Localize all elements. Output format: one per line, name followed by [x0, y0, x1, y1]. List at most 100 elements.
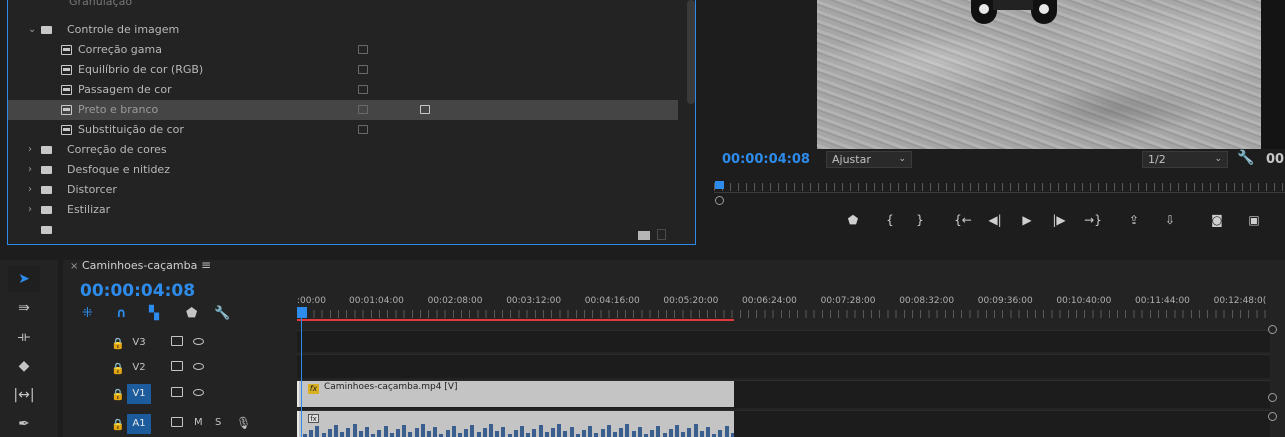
sequence-tab[interactable]: Caminhoes-caçamba	[82, 259, 197, 272]
wrench-icon[interactable]: 🔧	[214, 306, 230, 321]
track-header-a1: 🔒 A1 M S 🎙	[63, 414, 297, 436]
time-ruler[interactable]	[297, 310, 1270, 318]
sync-lock-icon[interactable]	[171, 336, 183, 346]
solo-button[interactable]: S	[215, 417, 221, 428]
accelerated-effect-icon	[358, 85, 368, 94]
add-marker-icon[interactable]: ⬟	[843, 213, 863, 227]
pen-tool-icon[interactable]: ✒	[8, 411, 40, 437]
effects-item[interactable]: Substituição de cor	[8, 120, 678, 140]
go-to-in-icon[interactable]: {←	[953, 213, 973, 227]
lift-icon[interactable]: ⇪	[1124, 213, 1144, 227]
monitor-playhead[interactable]	[715, 181, 724, 189]
extract-icon[interactable]: ⇩	[1160, 213, 1180, 227]
program-monitor-frame[interactable]	[817, 0, 1261, 149]
track-select-tool-icon[interactable]: ⇛	[8, 295, 40, 321]
effects-folder[interactable]: › Desfoque e nitidez	[8, 160, 678, 180]
lock-icon[interactable]: 🔒	[111, 388, 125, 401]
chevron-right-icon[interactable]: ›	[28, 180, 32, 200]
monitor-time-ruler[interactable]	[714, 183, 1285, 191]
trash-icon[interactable]	[657, 229, 666, 240]
new-bin-icon[interactable]	[638, 231, 650, 240]
effects-item[interactable]: Preto e branco	[8, 100, 678, 120]
video-clip[interactable]: fx Caminhoes-caçamba.mp4 [V]	[297, 381, 734, 407]
snap-icon[interactable]: ∩	[116, 306, 127, 321]
time-ruler-label: 00:10:40:00	[1056, 296, 1112, 306]
selection-tool-icon[interactable]: ➤	[8, 266, 40, 292]
effects-item-label: Correção gama	[78, 43, 162, 56]
waveform-bar	[551, 428, 555, 437]
comparison-view-icon[interactable]: ▣	[1244, 213, 1264, 227]
track-target-toggle[interactable]: V3	[127, 333, 151, 353]
effects-folder[interactable]: › Correção de cores	[8, 140, 678, 160]
effects-item-label: Equilíbrio de cor (RGB)	[78, 63, 204, 76]
chevron-right-icon[interactable]: ›	[28, 140, 32, 160]
close-icon[interactable]: ×	[70, 261, 78, 272]
slip-tool-icon[interactable]: |↔|	[8, 382, 40, 408]
mark-out-icon[interactable]: }	[910, 213, 930, 227]
track-target-toggle[interactable]: A1	[127, 414, 151, 434]
panel-menu-icon[interactable]: ≡	[201, 258, 211, 272]
wrench-icon[interactable]: 🔧	[1237, 150, 1254, 166]
go-to-out-icon[interactable]: →}	[1083, 213, 1103, 227]
effects-folder[interactable]: › Distorcer	[8, 180, 678, 200]
monitor-zoom-handle[interactable]	[715, 196, 724, 205]
time-ruler-label: 00:03:12:00	[506, 296, 562, 306]
track-target-toggle[interactable]: V1	[127, 384, 151, 404]
effects-folder[interactable]: ⌄ Controle de imagem	[8, 20, 678, 40]
monitor-ruler-divider	[714, 192, 1285, 193]
waveform-bar	[427, 431, 431, 437]
effects-folder[interactable]	[8, 220, 678, 240]
resolution-dropdown[interactable]: 1/2 ⌄	[1142, 151, 1228, 168]
effects-partial-label: Granulação	[69, 0, 133, 8]
waveform-bar	[365, 427, 369, 437]
effects-folder[interactable]: › Estilizar	[8, 200, 678, 220]
effects-item-label: Desfoque e nitidez	[67, 163, 170, 176]
sync-lock-icon[interactable]	[171, 417, 183, 427]
export-frame-icon[interactable]: ◙	[1207, 213, 1227, 227]
track-lane-v3[interactable]	[297, 330, 1270, 352]
effects-partial-row[interactable]: Granulação	[8, 0, 678, 12]
sync-lock-icon[interactable]	[171, 361, 183, 371]
effects-item[interactable]: Correção gama	[8, 40, 678, 60]
waveform-bar	[532, 429, 537, 437]
effects-panel: Granulação ⌄ Controle de imagem Correção g…	[7, 0, 696, 245]
nest-toggle-icon[interactable]: ⁜	[82, 306, 93, 321]
fx-badge-icon[interactable]: fx	[308, 384, 319, 394]
lock-icon[interactable]: 🔒	[111, 337, 125, 350]
lock-icon[interactable]: 🔒	[111, 362, 125, 375]
track-lane-v2[interactable]	[297, 354, 1270, 378]
mark-in-icon[interactable]: {	[880, 213, 900, 227]
effects-scrollbar[interactable]	[687, 0, 695, 104]
eye-icon[interactable]	[193, 338, 204, 345]
audio-clip[interactable]: fx	[297, 411, 734, 437]
step-forward-icon[interactable]: |▶	[1049, 213, 1069, 227]
chevron-right-icon[interactable]: ›	[28, 200, 32, 220]
waveform-bar	[346, 428, 351, 437]
timeline-timecode[interactable]: 00:00:04:08	[80, 281, 195, 301]
effects-item-label: Estilizar	[67, 203, 111, 216]
mute-button[interactable]: M	[194, 417, 203, 428]
lock-icon[interactable]: 🔒	[111, 418, 125, 431]
track-target-toggle[interactable]: V2	[127, 358, 151, 378]
fx-badge-icon[interactable]: fx	[308, 414, 319, 423]
linked-selection-icon[interactable]: ▚	[149, 306, 159, 321]
fit-dropdown[interactable]: Ajustar ⌄	[826, 151, 912, 168]
play-icon[interactable]: ▶	[1017, 213, 1037, 227]
program-timecode[interactable]: 00:00:04:08	[722, 152, 810, 167]
timeline-playhead[interactable]	[297, 307, 307, 318]
effects-item[interactable]: Passagem de cor	[8, 80, 678, 100]
add-marker-icon[interactable]: ⬟	[186, 306, 197, 321]
vertical-zoom-handle[interactable]	[1268, 393, 1277, 402]
sync-lock-icon[interactable]	[171, 387, 183, 397]
step-back-icon[interactable]: ◀|	[985, 213, 1005, 227]
microphone-icon[interactable]: 🎙	[236, 416, 251, 430]
chevron-right-icon[interactable]: ›	[28, 160, 32, 180]
ripple-edit-tool-icon[interactable]: ⟛	[8, 324, 40, 350]
eye-icon[interactable]	[193, 389, 204, 396]
vertical-zoom-handle[interactable]	[1268, 412, 1277, 421]
chevron-down-icon[interactable]: ⌄	[28, 20, 36, 40]
razor-tool-icon[interactable]: ◆	[8, 353, 40, 379]
effects-item[interactable]: Equilíbrio de cor (RGB)	[8, 60, 678, 80]
eye-icon[interactable]	[193, 363, 204, 370]
vertical-zoom-handle[interactable]	[1268, 325, 1277, 334]
